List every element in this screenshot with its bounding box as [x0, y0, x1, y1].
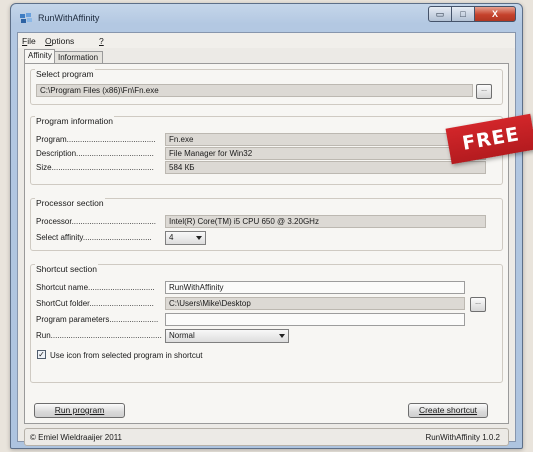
menu-help[interactable]: ? — [99, 36, 104, 46]
description-value: File Manager for Win32 — [165, 147, 486, 160]
app-window: RunWithAffinity ▭ □ X File Options ? Aff… — [10, 3, 523, 449]
program-info-group: Program information Program.............… — [30, 116, 503, 185]
shortcut-section-group: Shortcut section Shortcut name..........… — [30, 264, 503, 383]
select-affinity-label: Select affinity.........................… — [36, 233, 152, 242]
description-label: Description.............................… — [36, 149, 154, 158]
processor-label: Processor...............................… — [36, 217, 157, 226]
title-bar[interactable]: RunWithAffinity ▭ □ X — [11, 4, 522, 32]
affinity-dropdown-value: 4 — [169, 233, 174, 242]
select-program-group: Select program C:\Program Files (x86)\Fn… — [30, 69, 503, 105]
chevron-down-icon — [279, 334, 285, 338]
window-title: RunWithAffinity — [38, 13, 100, 23]
menu-bar: File Options ? — [18, 33, 515, 48]
menu-file-label: ile — [27, 36, 36, 46]
program-parameters-label: Program parameters...................... — [36, 315, 159, 324]
version-text: RunWithAffinity 1.0.2 — [425, 433, 500, 442]
processor-section-title: Processor section — [35, 198, 105, 208]
use-icon-label: Use icon from selected program in shortc… — [50, 351, 203, 360]
shortcut-name-label: Shortcut name...........................… — [36, 283, 155, 292]
copyright-text: © Emiel Wieldraaijer 2011 — [30, 433, 123, 442]
chevron-down-icon — [196, 236, 202, 240]
menu-options[interactable]: Options — [45, 36, 74, 46]
tab-affinity[interactable]: Affinity — [24, 49, 55, 63]
menu-options-label: ptions — [51, 36, 75, 46]
caption-buttons: ▭ □ X — [428, 6, 516, 22]
size-value: 584 КБ — [165, 161, 486, 174]
shortcut-section-title: Shortcut section — [35, 264, 98, 274]
affinity-dropdown[interactable]: 4 — [165, 231, 206, 245]
shortcut-folder-field[interactable]: C:\Users\Mike\Desktop — [165, 297, 465, 310]
browse-program-button[interactable]: ... — [476, 84, 492, 99]
use-icon-checkbox[interactable]: ✓ — [37, 350, 46, 359]
menu-file[interactable]: File — [22, 36, 36, 46]
processor-value: Intel(R) Core(TM) i5 CPU 650 @ 3.20GHz — [165, 215, 486, 228]
menu-options-accel: O — [45, 36, 52, 46]
minimize-button[interactable]: ▭ — [428, 6, 452, 22]
tab-information[interactable]: Information — [54, 51, 103, 63]
shortcut-name-input[interactable]: RunWithAffinity — [165, 281, 465, 294]
run-mode-dropdown[interactable]: Normal — [165, 329, 289, 343]
menu-help-accel: ? — [99, 36, 104, 46]
run-label: Run.....................................… — [36, 331, 162, 340]
app-icon — [20, 13, 32, 23]
status-bar: © Emiel Wieldraaijer 2011 RunWithAffinit… — [24, 428, 509, 446]
shortcut-folder-label: ShortCut folder.........................… — [36, 299, 154, 308]
program-label: Program.................................… — [36, 135, 156, 144]
run-program-button[interactable]: Run program — [34, 403, 125, 418]
size-label: Size....................................… — [36, 163, 154, 172]
select-program-title: Select program — [35, 69, 95, 79]
program-parameters-input[interactable] — [165, 313, 465, 326]
client-area: File Options ? Affinity Information Sele… — [17, 32, 516, 446]
program-path-field[interactable]: C:\Program Files (x86)\Fn\Fn.exe — [36, 84, 473, 97]
browse-folder-button[interactable]: ... — [470, 297, 486, 312]
processor-section-group: Processor section Processor.............… — [30, 198, 503, 251]
program-info-title: Program information — [35, 116, 115, 126]
run-mode-value: Normal — [169, 331, 195, 340]
affinity-tab-panel: Select program C:\Program Files (x86)\Fn… — [24, 63, 509, 424]
maximize-button[interactable]: □ — [451, 6, 475, 22]
close-button[interactable]: X — [474, 6, 516, 22]
create-shortcut-button[interactable]: Create shortcut — [408, 403, 488, 418]
program-value: Fn.exe — [165, 133, 486, 146]
